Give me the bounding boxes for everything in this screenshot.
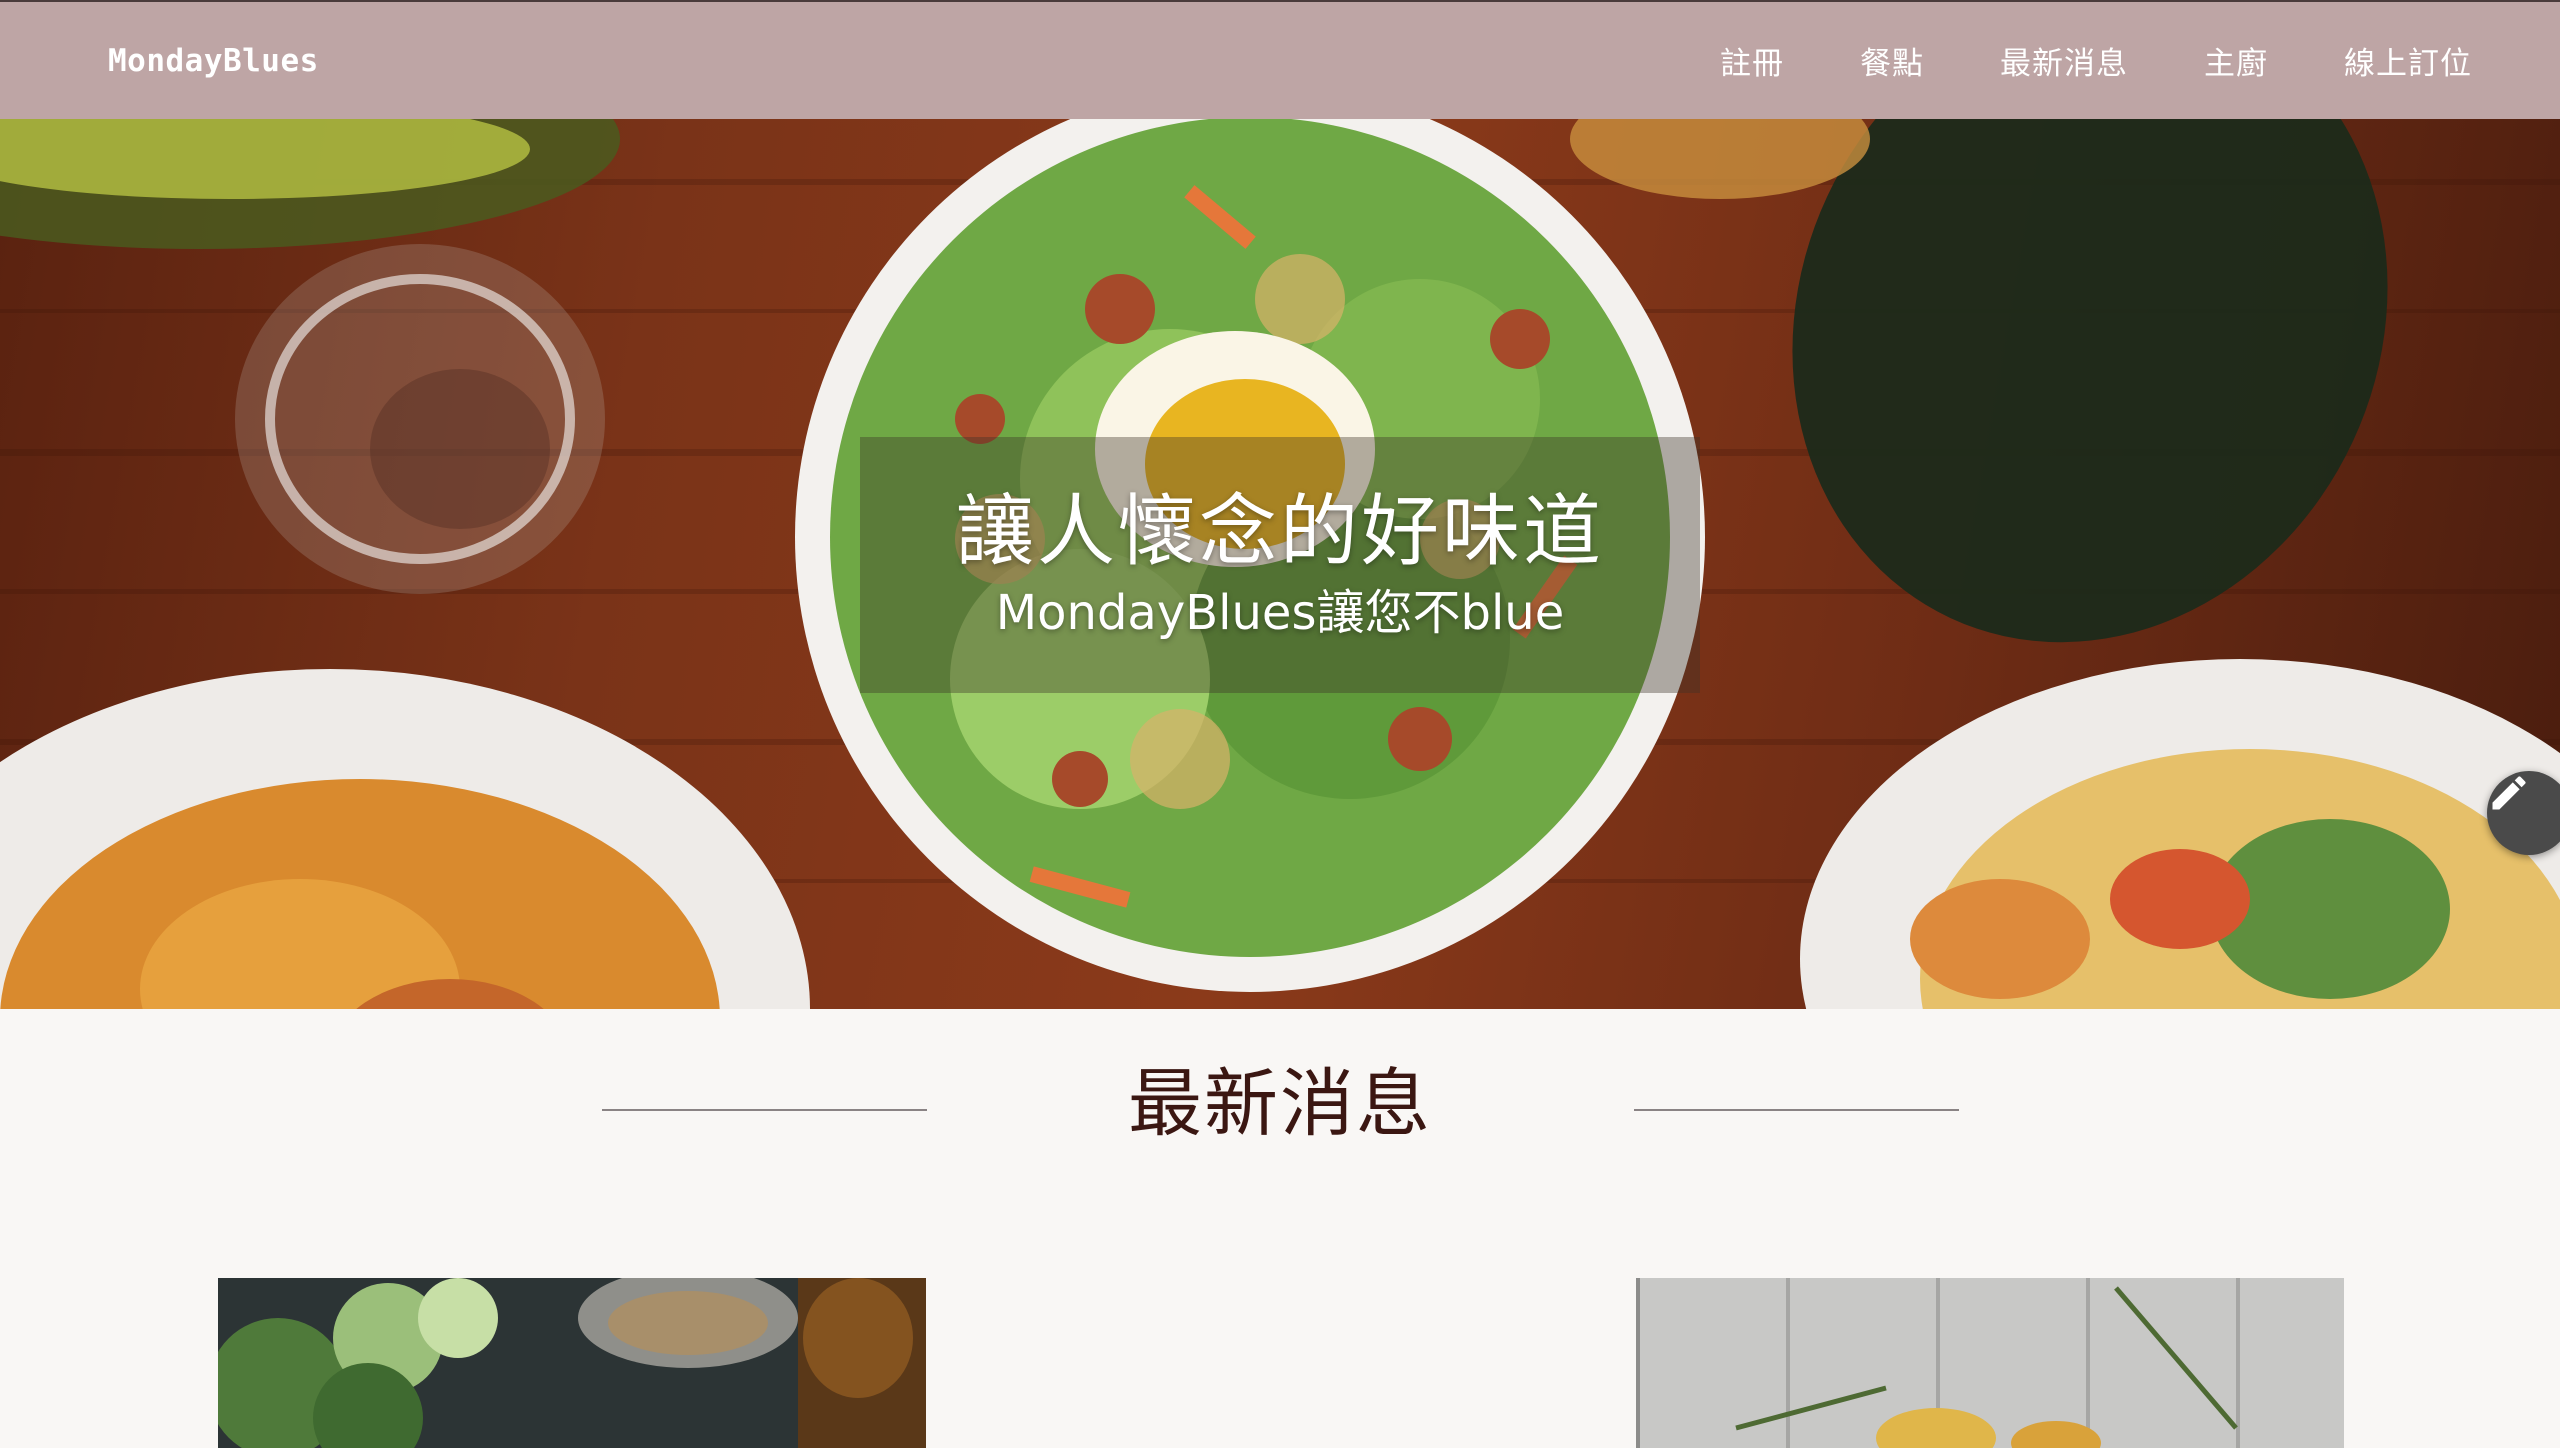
nav-links: 註冊 餐點 最新消息 主廚 線上訂位: [1682, 38, 2472, 83]
news-card-image-2[interactable]: [1636, 1278, 2344, 1448]
hero-caption-box: 讓人懷念的好味道 MondayBlues讓您不blue: [860, 437, 1700, 693]
news-section-title: 最新消息: [1128, 1061, 1432, 1147]
hero-title: 讓人懷念的好味道: [955, 487, 1604, 577]
nav-link-chef[interactable]: 主廚: [2166, 38, 2306, 83]
news-heading-row: 最新消息: [0, 1009, 2560, 1209]
hero-subtitle: MondayBlues讓您不blue: [995, 585, 1565, 641]
nav-link-news[interactable]: 最新消息: [1962, 38, 2166, 83]
nav-link-register[interactable]: 註冊: [1682, 38, 1822, 83]
hero-banner: 讓人懷念的好味道 MondayBlues讓您不blue: [0, 119, 2560, 1009]
nav-link-menu[interactable]: 餐點: [1822, 38, 1962, 83]
news-card-image-1[interactable]: [218, 1278, 926, 1448]
nav-link-reservation[interactable]: 線上訂位: [2306, 38, 2472, 83]
brand-logo-link[interactable]: MondayBlues: [108, 43, 319, 79]
top-navbar: MondayBlues 註冊 餐點 最新消息 主廚 線上訂位: [0, 0, 2560, 119]
heading-divider-right: [1634, 1109, 1959, 1111]
